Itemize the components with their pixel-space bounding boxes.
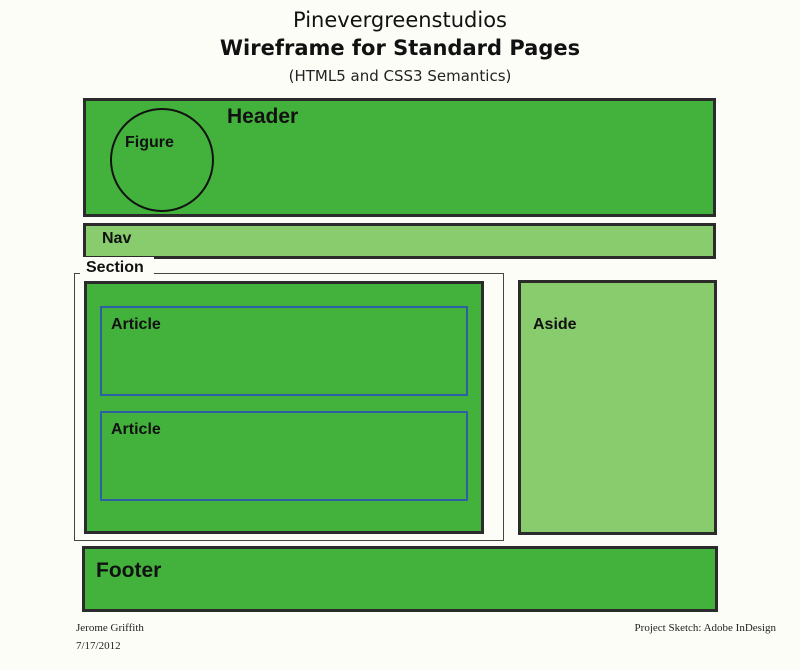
footer-region: Footer (82, 546, 718, 612)
article-label-2: Article (111, 421, 161, 438)
section-label-container: Section (80, 257, 154, 277)
article-region-1: Article (100, 306, 468, 396)
aside-region: Aside (518, 280, 717, 535)
aside-label: Aside (533, 316, 577, 333)
nav-region: Nav (83, 223, 716, 259)
date-note: 7/17/2012 (76, 640, 121, 652)
author-note: Jerome Griffith (76, 622, 144, 634)
figure-label: Figure (125, 134, 174, 151)
footer-label: Footer (96, 559, 162, 582)
diagram-caption: (HTML5 and CSS3 Semantics) (288, 67, 512, 85)
nav-label: Nav (102, 230, 132, 247)
figure-circle: Figure (110, 108, 214, 212)
project-note: Project Sketch: Adobe InDesign (634, 622, 776, 634)
article-region-2: Article (100, 411, 468, 501)
article-label-1: Article (111, 316, 161, 333)
header-region: Figure Header (83, 98, 716, 217)
diagram-subtitle: Wireframe for Standard Pages (219, 36, 581, 60)
diagram-title: Pinevergreenstudios (293, 8, 507, 32)
header-label: Header (227, 105, 299, 128)
section-label: Section (86, 259, 144, 276)
